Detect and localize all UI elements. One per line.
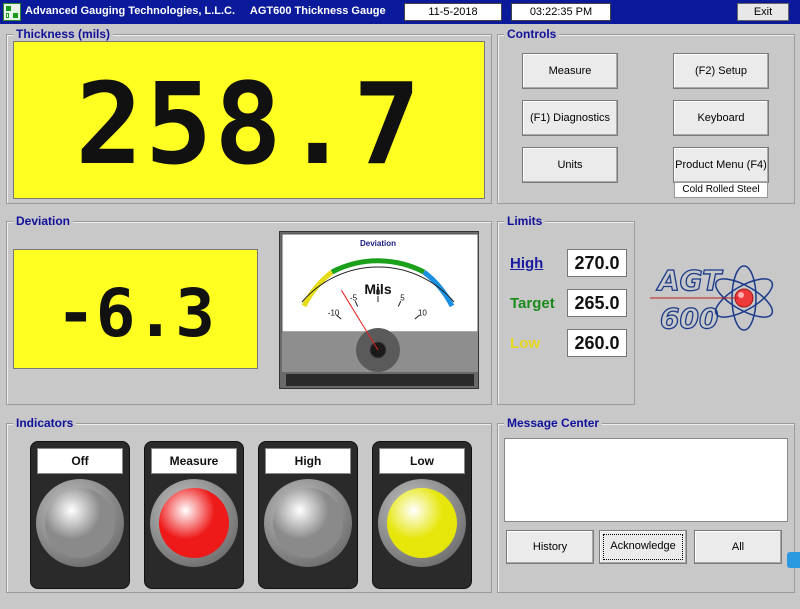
deviation-meter-face: Deviation -10-50510 Mils [281,233,479,386]
title-bar: Advanced Gauging Technologies, L.L.C. AG… [0,0,800,24]
thickness-title: Thickness (mils) [13,27,114,41]
deviation-meter: Deviation -10 -5 0 5 10 Mils [279,231,479,389]
limits-title: Limits [504,214,546,228]
low-limit-value[interactable]: 260.0 [567,329,627,357]
target-limit-value[interactable]: 265.0 [567,289,627,317]
thickness-display: 258.7 [13,41,485,199]
message-center-panel: Message Center History Acknowledge All [497,416,795,593]
deviation-value: -6.3 [56,275,215,352]
product-menu-button[interactable]: Product Menu (F4) [673,147,769,183]
setup-button[interactable]: (F2) Setup [673,53,769,89]
acknowledge-button[interactable]: Acknowledge [599,530,687,564]
thickness-value: 258.7 [75,60,423,190]
history-button[interactable]: History [506,530,594,564]
company-name: Advanced Gauging Technologies, L.L.C. [25,5,236,17]
indicator-high: High [258,441,358,589]
thickness-panel: Thickness (mils) 258.7 [6,27,492,204]
indicator-off-label: Off [37,448,123,474]
time-display: 03:22:35 PM [511,3,611,21]
indicator-low-label: Low [379,448,465,474]
controls-panel: Controls Measure (F2) Setup (F1) Diagnos… [497,27,795,204]
logo-text-top: AGT [656,264,723,297]
indicators-panel: Indicators Off Measure High Low [6,416,492,593]
diagnostics-button[interactable]: (F1) Diagnostics [522,100,618,136]
meter-tick-label: 5 [400,293,405,302]
logo-text-bottom: 600 [660,302,718,335]
meter-title: Deviation [360,239,396,248]
low-limit-label: Low [510,335,540,352]
high-limit-value[interactable]: 270.0 [567,249,627,277]
agt600-logo: AGT 600 [648,256,778,336]
units-button[interactable]: Units [522,147,618,183]
product-name-label: Cold Rolled Steel [674,182,768,198]
indicator-measure: Measure [144,441,244,589]
app-icon [3,3,21,21]
deviation-title: Deviation [13,214,74,228]
indicator-off-lamp [45,488,115,558]
indicator-measure-lamp [159,488,229,558]
indicator-measure-label: Measure [151,448,237,474]
high-limit-label: High [510,255,544,272]
agt600-logo-graphic: AGT 600 [650,263,774,336]
meter-unit: Mils [364,281,391,297]
meter-tick-label: -5 [350,293,358,302]
keyboard-button[interactable]: Keyboard [673,100,769,136]
indicator-off: Off [30,441,130,589]
side-tab-icon[interactable] [787,552,800,568]
meter-tick-label: 10 [418,309,427,318]
measure-button[interactable]: Measure [522,53,618,89]
date-display: 11-5-2018 [404,3,502,21]
message-center-title: Message Center [504,416,603,430]
deviation-display: -6.3 [13,249,258,369]
indicators-title: Indicators [13,416,77,430]
target-limit-label: Target [510,295,555,312]
indicator-high-label: High [265,448,351,474]
all-button[interactable]: All [694,530,782,564]
controls-title: Controls [504,27,560,41]
message-area[interactable] [504,438,788,522]
product-name: AGT600 Thickness Gauge [249,5,386,17]
indicator-high-lamp [273,488,343,558]
indicator-low-lamp [387,488,457,558]
deviation-panel: Deviation -6.3 Deviation -10 -5 0 5 10 Mils [6,214,492,405]
indicator-low: Low [372,441,472,589]
exit-button[interactable]: Exit [737,3,789,21]
window-title: Advanced Gauging Technologies, L.L.C. AG… [25,5,386,17]
meter-tick-label: -10 [328,309,340,318]
limits-panel: Limits High 270.0 Target 265.0 Low 260.0 [497,214,635,405]
